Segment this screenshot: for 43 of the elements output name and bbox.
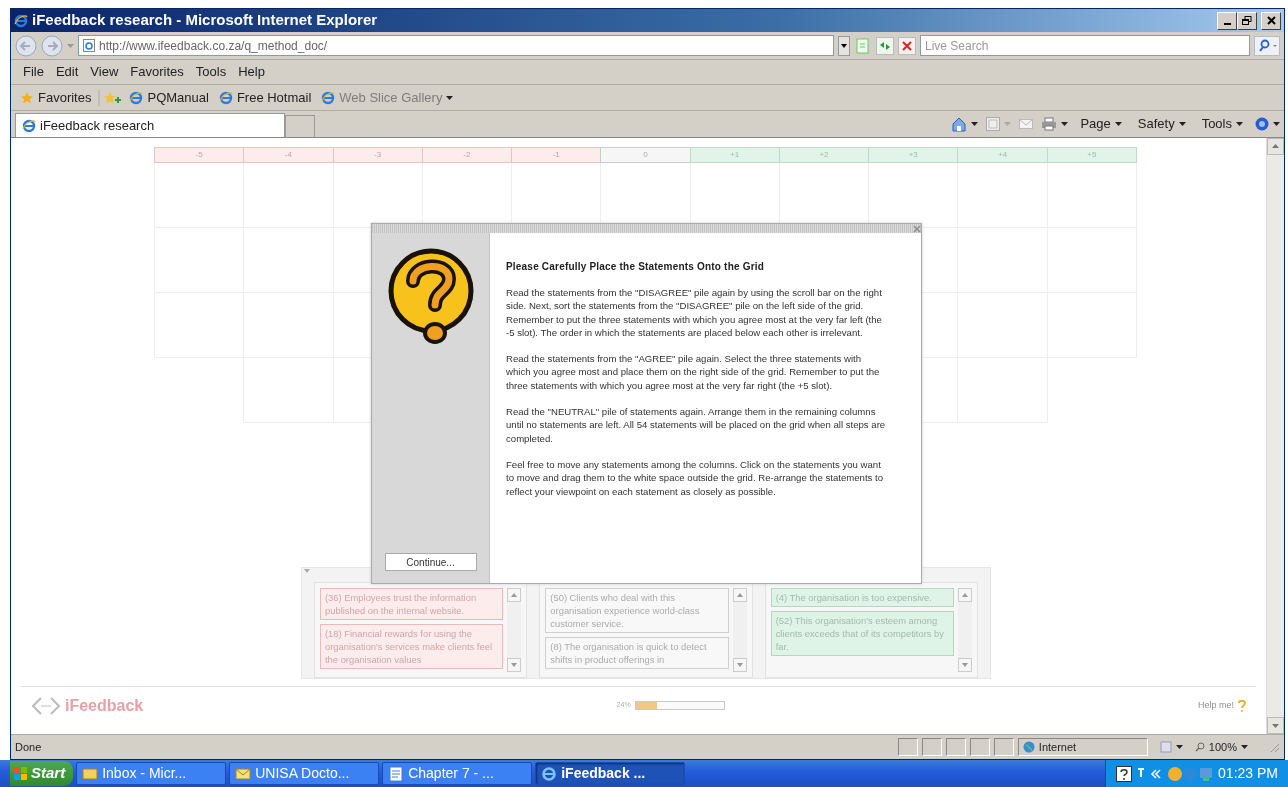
command-menu[interactable]: Page (1076, 114, 1126, 134)
column-header: -2 (421, 147, 513, 163)
column-header: -3 (332, 147, 423, 163)
start-button[interactable]: Start (10, 761, 74, 786)
menu-item[interactable]: Help (232, 62, 271, 82)
column-header: +3 (868, 147, 959, 163)
continue-button[interactable]: Continue... (384, 553, 477, 571)
instruction-paragraph: Read the statements from the "AGREE" pile again. Select the three statements with which you agree most and place them on the right side of the grid. Remember to put the three statements with which you agree most at the very far right (the +5 slot). (506, 352, 881, 393)
favorites-button[interactable]: Favorites (17, 87, 95, 108)
instruction-paragraph: Feel free to move any statements among the columns. Click on the statements you want to move and drag them to the white space outside the grid. Re-arrange the statements to reflect your viewpoint on each statement as closely as possible. (506, 457, 885, 498)
instruction-paragraph: Read the "NEUTRAL" pile of statements again. Arrange them in the remaining columns until no statements are left. All 54 statements will be placed on the grid when all steps are completed. (506, 405, 887, 445)
dialog-heading: Please Carefully Place the Statements Onto the Grid (506, 260, 766, 274)
menu-item[interactable]: File (17, 62, 50, 82)
column-header: +1 (689, 147, 780, 163)
security-zone: Internet (1017, 738, 1148, 756)
favorites-link[interactable]: PQManual (126, 87, 212, 108)
search-field[interactable]: Live Search (920, 35, 1250, 56)
address-field[interactable]: http://www.ifeedback.co.za/q_method_doc/ (78, 35, 834, 56)
command-menu[interactable]: Safety (1133, 114, 1190, 134)
clock: 01:23 PM (1218, 764, 1278, 783)
column-header: +2 (778, 147, 870, 163)
menu-item[interactable]: Favorites (124, 62, 190, 82)
column-header: -4 (243, 147, 334, 163)
column-header: +4 (957, 147, 1048, 163)
window-title: iFeedback research - Microsoft Internet Explorer (32, 10, 378, 31)
help-link[interactable]: Help me! (1197, 698, 1234, 713)
menu-item[interactable]: View (84, 62, 125, 82)
browser-tab[interactable]: iFeedback research (15, 113, 285, 137)
menu-item[interactable]: Edit (49, 62, 85, 82)
favorites-link[interactable]: Free Hotmail (215, 87, 315, 108)
taskbar-button[interactable]: UNISA Docto... (229, 762, 380, 785)
instruction-paragraph: Read the statements from the "DISAGREE" pile again by using the scroll bar on the right side. Next, sort the statements from the "DISAGREE" pile on the left side of the grid. Remember to put the three statements with which you agree most at the very far left (the -5 slot). The order in which the statements are placed below each other is irrelevant. (506, 286, 883, 340)
zoom-control[interactable]: 100% (1194, 738, 1248, 756)
menu-item[interactable]: Tools (189, 62, 233, 82)
taskbar-button[interactable]: Inbox - Micr... (76, 762, 227, 785)
status-text: Done (15, 739, 42, 755)
taskbar-button[interactable]: iFeedback ... (535, 762, 686, 785)
column-header: -5 (154, 147, 245, 163)
command-menu[interactable]: Tools (1197, 114, 1247, 134)
taskbar-button[interactable]: Chapter 7 - ... (382, 762, 533, 785)
column-header: -1 (511, 147, 602, 163)
logo-text: iFeedback (65, 695, 144, 716)
column-header: +5 (1046, 147, 1137, 163)
